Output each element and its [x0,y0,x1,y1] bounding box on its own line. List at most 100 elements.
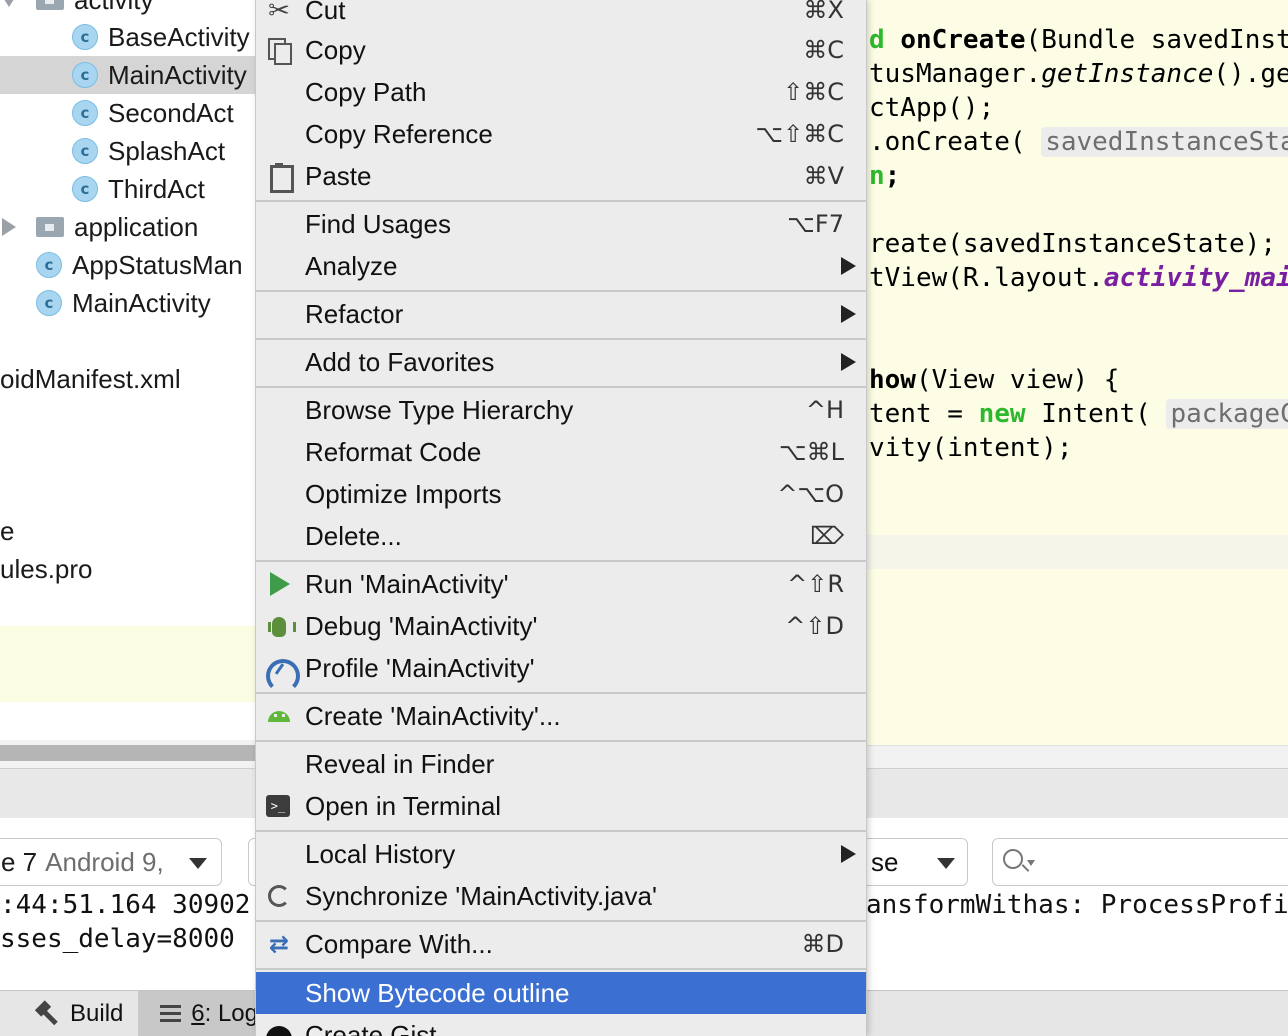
menu-item-show-bytecode-outline[interactable]: Show Bytecode outline [256,972,866,1014]
tree-item-mainactivity[interactable]: c MainActivity [0,284,258,322]
github-icon [266,1026,292,1036]
code-editor[interactable]: d onCreate(Bundle savedInst tusManager.g… [866,0,1288,745]
tree-item-label: e [0,515,15,546]
tree-item-label: AppStatusMan [72,249,243,280]
tree-item-label: ules.pro [0,553,93,584]
menu-separator [256,290,866,292]
menu-item-open-in-terminal[interactable]: >_ Open in Terminal [256,785,866,827]
project-tree-panel: activity c BaseActivity c MainActivity c… [0,0,258,745]
log-line: :44:51.164 30902- [0,890,267,920]
device-name: e 7 [1,846,38,877]
android-icon [266,703,292,729]
run-icon [270,572,290,596]
tree-item-thirdact[interactable]: c ThirdAct [0,170,258,208]
logcat-icon [160,1005,182,1023]
expand-arrow-icon[interactable] [0,0,18,7]
code-line: n; [869,161,901,191]
menu-separator [256,338,866,340]
tree-item-appstatusmanager[interactable]: c AppStatusMan [0,246,258,284]
code-line: ctApp(); [869,93,995,123]
menu-separator [256,968,866,970]
log-line: ansformWithas: ProcessProfi [866,890,1288,920]
class-icon: c [72,100,98,126]
menu-item-browse-type-hierarchy[interactable]: Browse Type Hierarchy ^H [256,389,866,431]
menu-item-compare-with[interactable]: ⇄ Compare With... ⌘D [256,923,866,965]
menu-separator [256,920,866,922]
tree-item-splashact[interactable]: c SplashAct [0,132,258,170]
terminal-icon: >_ [266,795,290,817]
tree-item-label: MainActivity [72,287,211,318]
tree-item-mainactivity-selected[interactable]: c MainActivity [0,56,258,94]
bug-icon [266,613,296,639]
tree-item-file[interactable]: e [0,512,258,550]
process-selector[interactable]: se [856,838,968,886]
code-line: tView(R.layout.activity_mai [869,263,1288,293]
folder-icon [36,217,64,237]
menu-item-paste[interactable]: Paste ⌘V [256,155,866,197]
highlight-strip [0,626,258,702]
code-line: how(View view) { [869,365,1120,395]
menu-separator [256,692,866,694]
code-line: tent = new Intent( packageC [869,397,1288,431]
parameter-hint: packageC [1166,399,1288,429]
sync-icon [268,885,290,907]
process-label: se [871,846,899,877]
tree-item-secondact[interactable]: c SecondAct [0,94,258,132]
folder-icon [36,0,64,10]
editor-scrollbar-area[interactable] [866,745,1288,770]
tree-item-label: SecondAct [108,97,234,128]
menu-item-find-usages[interactable]: Find Usages ⌥F7 [256,203,866,245]
code-line: .onCreate( savedInstanceState: [869,125,1288,159]
menu-item-copy-path[interactable]: Copy Path ⇧⌘C [256,71,866,113]
clipboard-icon [266,163,294,193]
menu-separator [256,560,866,562]
build-label: Build [70,1000,124,1027]
tree-folder-application[interactable]: application [0,208,258,246]
tree-item-label: activity [74,0,153,16]
class-icon: c [72,62,98,88]
tree-item-baseactivity[interactable]: c BaseActivity [0,18,258,56]
logcat-header [866,768,1288,818]
device-selector[interactable]: e 7 Android 9, [0,838,222,886]
tree-item-proguard-rules[interactable]: ules.pro [0,550,258,588]
code-line: tusManager.getInstance().ge [869,59,1288,89]
expand-arrow-icon[interactable] [2,218,16,236]
menu-item-synchronize[interactable]: Synchronize 'MainActivity.java' [256,875,866,917]
horizontal-scrollbar-thumb[interactable] [0,745,258,761]
menu-item-create-run-config[interactable]: Create 'MainActivity'... [256,695,866,737]
menu-item-analyze[interactable]: Analyze [256,245,866,287]
logcat-header [0,768,258,818]
search-options-icon[interactable] [1027,860,1035,866]
tree-item-manifest[interactable]: oidManifest.xml [0,360,258,398]
menu-item-cut[interactable]: ✂ Cut ⌘X [256,0,866,31]
caret-line-highlight [866,535,1288,569]
scissors-icon: ✂ [268,0,290,25]
logcat-search-input[interactable] [992,838,1288,886]
menu-item-delete[interactable]: Delete... ⌦ [256,515,866,557]
context-menu: ✂ Cut ⌘X Copy ⌘C Copy Path ⇧⌘C Copy Refe… [255,0,867,1036]
menu-item-debug[interactable]: Debug 'MainActivity' ^⇧D [256,605,866,647]
tree-folder-activity[interactable]: activity [0,0,258,19]
dropdown-arrow-icon [189,858,207,869]
menu-item-copy-reference[interactable]: Copy Reference ⌥⇧⌘C [256,113,866,155]
dropdown-arrow-icon [937,858,955,869]
menu-item-copy[interactable]: Copy ⌘C [256,29,866,71]
hammer-icon [34,1001,60,1027]
submenu-arrow-icon [841,305,856,323]
menu-item-add-to-favorites[interactable]: Add to Favorites [256,341,866,383]
class-icon: c [36,290,62,316]
tree-item-label: SplashAct [108,135,226,166]
submenu-arrow-icon [841,257,856,275]
menu-item-profile[interactable]: Profile 'MainActivity' [256,647,866,693]
menu-item-reveal-in-finder[interactable]: Reveal in Finder [256,743,866,785]
menu-item-optimize-imports[interactable]: Optimize Imports ^⌥O [256,473,866,515]
menu-item-refactor[interactable]: Refactor [256,293,866,335]
logcat-tool-button[interactable]: 6 : Log [138,991,258,1036]
menu-item-local-history[interactable]: Local History [256,833,866,875]
menu-separator [256,200,866,202]
class-icon: c [72,24,98,50]
menu-item-create-gist[interactable]: Create Gist... [256,1014,866,1036]
build-tool-button[interactable]: Build [34,991,134,1036]
menu-item-reformat-code[interactable]: Reformat Code ⌥⌘L [256,431,866,473]
menu-item-run[interactable]: Run 'MainActivity' ^⇧R [256,563,866,605]
